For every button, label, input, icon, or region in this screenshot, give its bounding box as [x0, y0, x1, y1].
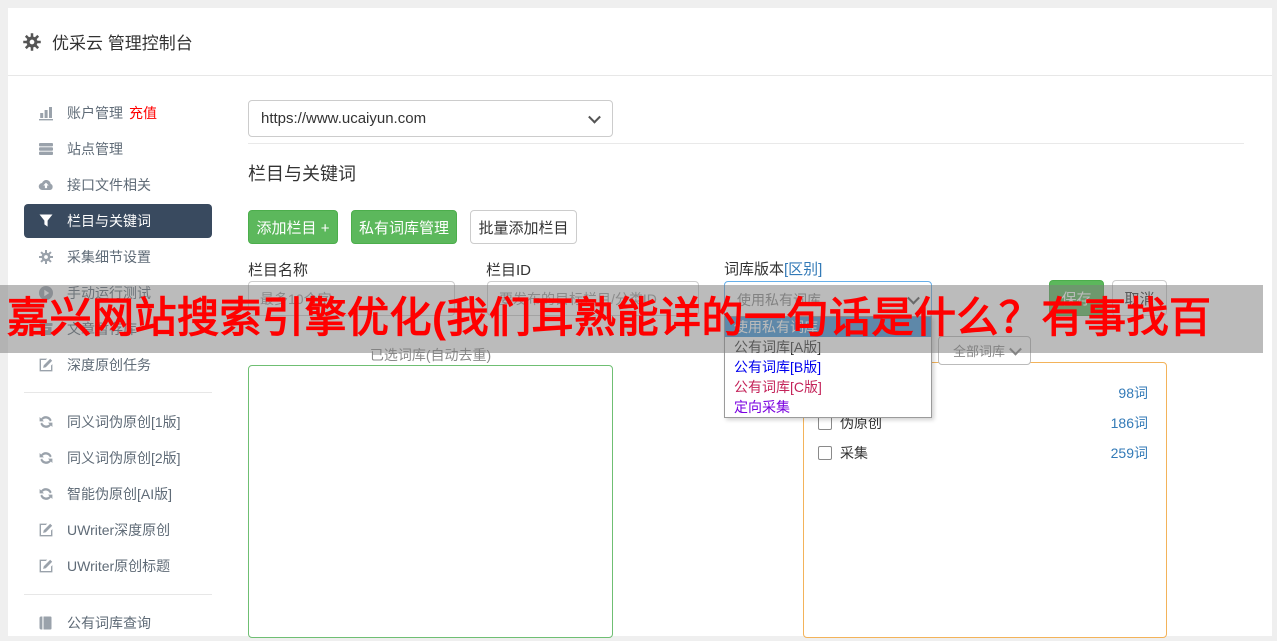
funnel-icon — [38, 213, 54, 229]
sidebar-item-synonym-v2[interactable]: 同义词伪原创[2版] — [24, 440, 212, 476]
sidebar-item-sites[interactable]: 站点管理 — [24, 131, 212, 167]
sidebar-item-label: 栏目与关键词 — [67, 213, 151, 229]
overlay-marquee-text: 嘉兴网站搜索引擎优化(我们耳熟能详的一句话是什么？有事找百 — [7, 294, 1212, 341]
overlay-band: 嘉兴网站搜索引擎优化(我们耳熟能详的一句话是什么？有事找百 — [0, 285, 1263, 353]
wordlib-row-count: 186词 — [1110, 415, 1148, 431]
sidebar-item-label: UWriter深度原创 — [67, 522, 171, 538]
edit-icon — [38, 522, 54, 538]
app-title: 优采云 管理控制台 — [52, 34, 193, 53]
lib-version-label-text: 词库版本 — [724, 261, 785, 278]
sidebar-item-synonym-v1[interactable]: 同义词伪原创[1版] — [24, 404, 212, 440]
book-icon — [38, 615, 54, 631]
sidebar-item-ai-rewrite[interactable]: 智能伪原创[AI版] — [24, 476, 212, 512]
selected-keywords-box — [248, 365, 613, 638]
sidebar-item-interface-files[interactable]: 接口文件相关 — [24, 167, 212, 203]
wordlib-row-count: 98词 — [1118, 385, 1148, 401]
sidebar-item-label: 同义词伪原创[2版] — [67, 450, 181, 466]
site-url-select[interactable]: https://www.ucaiyun.com — [248, 100, 613, 137]
app-header: 优采云 管理控制台 — [8, 8, 1272, 76]
gears-icon — [38, 249, 54, 265]
wordlib-row-count: 259词 — [1110, 445, 1148, 461]
wordlib-row-label: 采集 — [840, 445, 868, 461]
sidebar-item-label: 公有词库查询 — [67, 615, 151, 631]
sidebar-item-collect-settings[interactable]: 采集细节设置 — [24, 239, 212, 275]
column-id-label: 栏目ID — [486, 262, 532, 279]
sidebar-item-uwriter-deep[interactable]: UWriter深度原创 — [24, 512, 212, 548]
sidebar-item-label: 接口文件相关 — [67, 177, 151, 193]
sidebar-item-columns-keywords[interactable]: 栏目与关键词 — [24, 204, 212, 238]
sidebar-item-label: 站点管理 — [67, 141, 123, 157]
chevron-down-icon — [588, 110, 601, 124]
refresh-icon — [38, 486, 54, 502]
sidebar-item-label: UWriter原创标题 — [67, 558, 171, 574]
edit-icon — [38, 558, 54, 574]
sidebar-item-label: 智能伪原创[AI版] — [67, 486, 173, 502]
sidebar-item-account[interactable]: 账户管理 充值 — [24, 95, 212, 131]
wordlib-checkbox[interactable] — [818, 416, 832, 430]
dropdown-option-public-b[interactable]: 公有词库[B版] — [725, 357, 931, 377]
site-url-value: https://www.ucaiyun.com — [261, 110, 427, 127]
edit-icon — [38, 357, 54, 373]
private-lib-manage-button[interactable]: 私有词库管理 — [351, 210, 457, 244]
cloud-upload-icon — [38, 177, 54, 193]
lib-version-label: 词库版本[区别] — [724, 258, 822, 279]
lib-version-diff-link[interactable]: [区别] — [784, 261, 822, 278]
refresh-icon — [38, 414, 54, 430]
sidebar-item-label: 深度原创任务 — [67, 357, 151, 373]
wordlib-row: 采集 259词 — [818, 443, 1148, 463]
section-divider — [248, 143, 1244, 144]
bar-chart-icon — [38, 105, 54, 121]
refresh-icon — [38, 450, 54, 466]
sidebar-item-uwriter-title[interactable]: UWriter原创标题 — [24, 548, 212, 584]
sidebar-divider — [24, 392, 212, 393]
sidebar-divider — [24, 594, 212, 595]
column-name-label: 栏目名称 — [248, 262, 309, 279]
sidebar-item-label: 采集细节设置 — [67, 249, 151, 265]
batch-add-column-button[interactable]: 批量添加栏目 — [470, 210, 577, 244]
settings-gear-icon — [22, 32, 42, 52]
dropdown-option-public-c[interactable]: 公有词库[C版] — [725, 377, 931, 397]
sidebar-item-label: 同义词伪原创[1版] — [67, 414, 181, 430]
recharge-link[interactable]: 充值 — [129, 103, 157, 123]
dropdown-option-directed-collect[interactable]: 定向采集 — [725, 397, 931, 417]
sidebar-item-label: 账户管理 — [67, 105, 123, 121]
server-icon — [38, 141, 54, 157]
add-column-button[interactable]: 添加栏目 + — [248, 210, 338, 244]
page-title: 栏目与关键词 — [248, 164, 356, 184]
wordlib-checkbox[interactable] — [818, 446, 832, 460]
